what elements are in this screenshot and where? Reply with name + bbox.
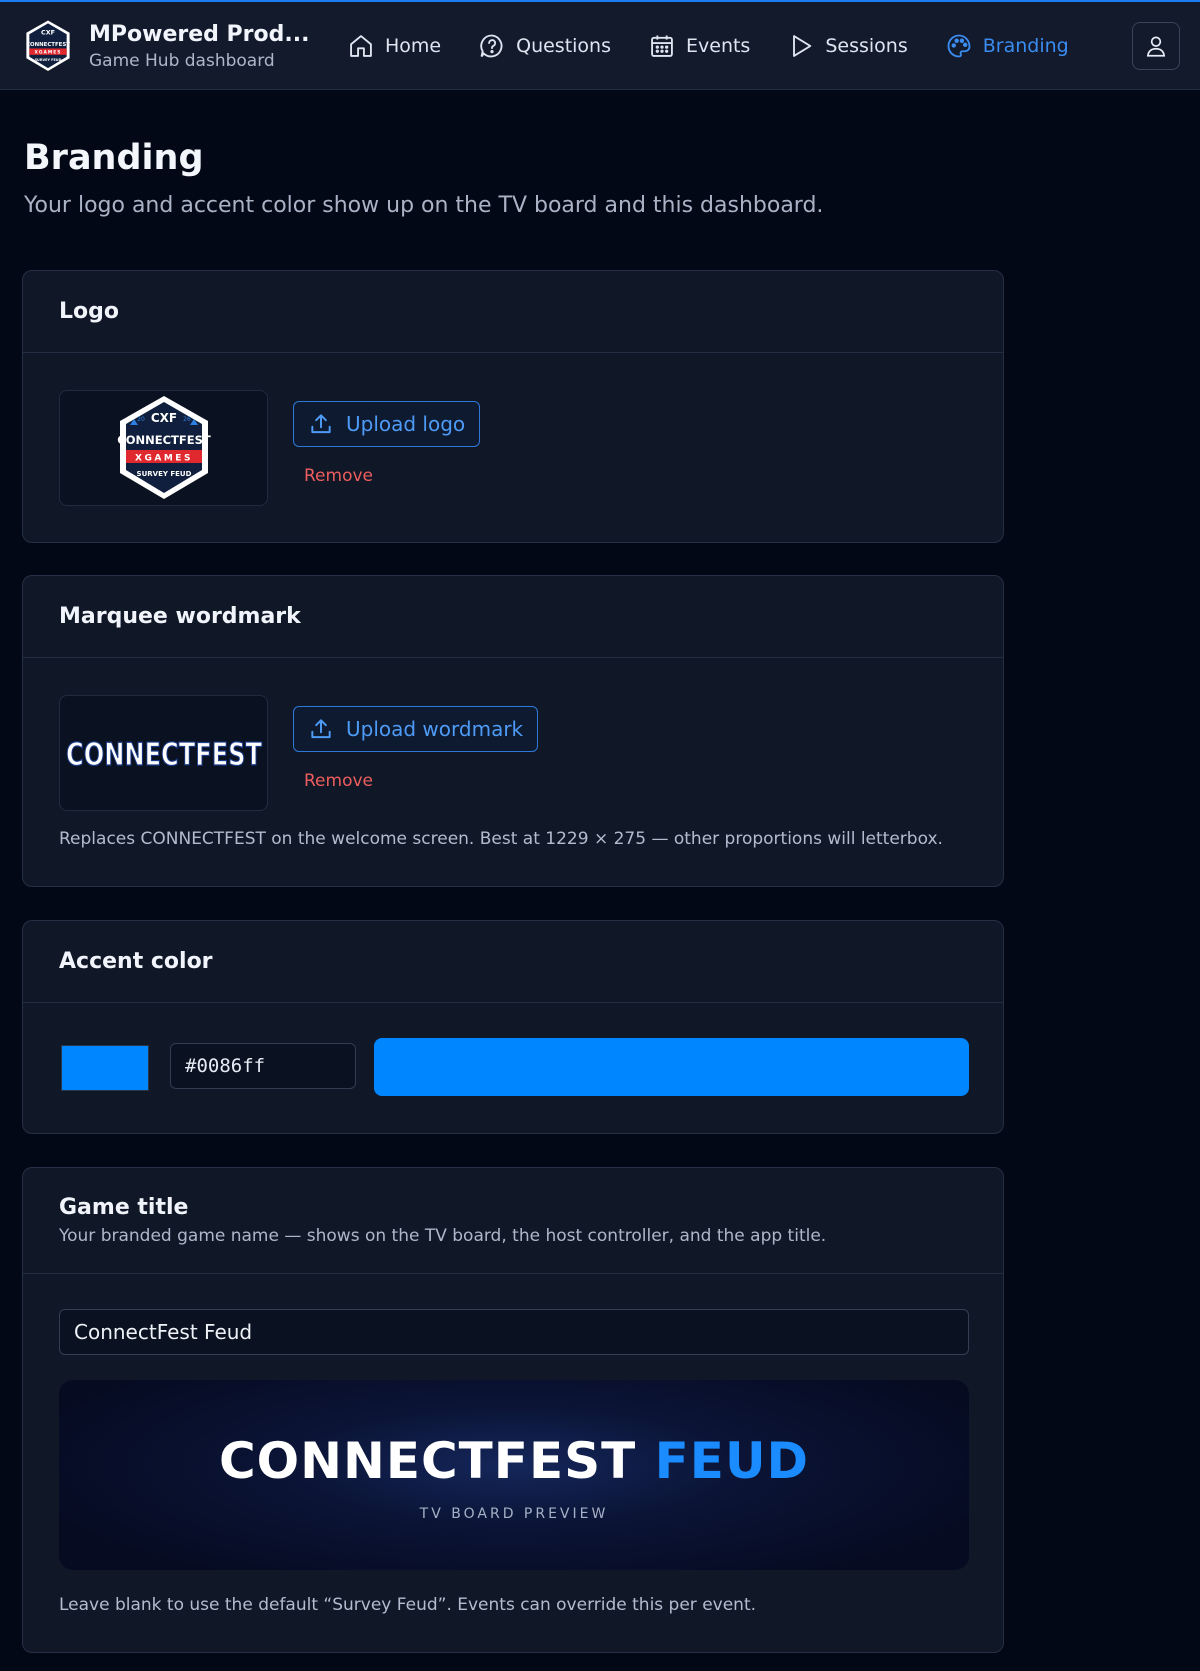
tv-preview-label: TV BOARD PREVIEW xyxy=(419,1506,609,1522)
upload-wordmark-label: Upload wordmark xyxy=(346,717,524,741)
palette-icon xyxy=(947,34,971,58)
nav-home[interactable]: Home xyxy=(347,32,441,60)
home-icon xyxy=(350,35,372,57)
upload-wordmark-button[interactable]: Upload wordmark xyxy=(293,706,539,752)
tv-preview-title: CONNECTFEST FEUD xyxy=(59,1432,969,1490)
logo-preview: 20 26 CXF CONNECTFEST XGAMES SURVEY FEUD xyxy=(59,390,268,506)
svg-text:26: 26 xyxy=(183,416,191,423)
app-name: MPowered Prod... xyxy=(89,21,310,47)
upload-logo-label: Upload logo xyxy=(346,412,466,436)
svg-text:CONNECTFEST: CONNECTFEST xyxy=(66,737,262,773)
nav-sessions[interactable]: Sessions xyxy=(787,32,908,60)
brand-logo: CXF CONNECTFEST XGAMES SURVEY FEUD xyxy=(26,20,70,72)
game-title-card-title: Game title xyxy=(59,1195,189,1220)
tv-board-preview: CONNECTFEST FEUD TV BOARD PREVIEW xyxy=(59,1380,969,1570)
svg-text:CXF: CXF xyxy=(41,29,55,37)
svg-text:20: 20 xyxy=(137,416,145,423)
hex-color-input[interactable] xyxy=(170,1043,356,1089)
svg-text:XGAMES: XGAMES xyxy=(135,454,193,464)
nav-home-label: Home xyxy=(385,35,442,57)
upload-logo-button[interactable]: Upload logo xyxy=(293,401,481,447)
remove-logo-link[interactable]: Remove xyxy=(304,466,373,486)
svg-text:SURVEY FEUD: SURVEY FEUD xyxy=(136,470,191,478)
nav-branding-label: Branding xyxy=(982,35,1069,57)
main-nav: Home Questions Events Sessions Branding xyxy=(347,2,1106,90)
connectfest-logo: 20 26 CXF CONNECTFEST XGAMES SURVEY FEUD xyxy=(117,396,211,499)
remove-wordmark-link[interactable]: Remove xyxy=(304,771,373,791)
upload-icon xyxy=(311,414,331,434)
tv-preview-word1: CONNECTFEST xyxy=(218,1432,637,1490)
accent-color-card: Accent color xyxy=(22,920,1004,1134)
game-title-hint: Leave blank to use the default “Survey F… xyxy=(59,1595,757,1615)
connectfest-wordmark: CONNECTFEST xyxy=(65,736,262,773)
user-icon xyxy=(1146,36,1166,57)
svg-text:XGAMES: XGAMES xyxy=(35,50,62,56)
nav-events[interactable]: Events xyxy=(648,32,750,60)
svg-text:CONNECTFEST: CONNECTFEST xyxy=(26,42,70,48)
game-title-card: Game title Your branded game name — show… xyxy=(22,1167,1004,1653)
top-nav-bar: CXF CONNECTFEST XGAMES SURVEY FEUD MPowe… xyxy=(0,2,1200,90)
play-icon xyxy=(793,35,812,57)
nav-questions[interactable]: Questions xyxy=(478,32,611,60)
tv-preview-word2: FEUD xyxy=(654,1432,810,1490)
wordmark-card: Marquee wordmark CONNECTFEST Upload word… xyxy=(22,575,1004,887)
page-title: Branding xyxy=(24,138,204,178)
wordmark-card-title: Marquee wordmark xyxy=(59,604,301,629)
page-subtitle: Your logo and accent color show up on th… xyxy=(24,193,824,218)
wordmark-hint: Replaces CONNECTFEST on the welcome scre… xyxy=(59,829,943,849)
nav-questions-label: Questions xyxy=(516,35,611,57)
svg-text:CXF: CXF xyxy=(150,411,176,425)
nav-branding[interactable]: Branding xyxy=(945,32,1069,60)
game-title-input[interactable] xyxy=(59,1309,969,1355)
user-menu-button[interactable] xyxy=(1132,22,1180,70)
app-subtitle: Game Hub dashboard xyxy=(89,50,275,71)
color-swatch-picker[interactable] xyxy=(61,1045,149,1091)
upload-icon xyxy=(311,719,331,739)
brand[interactable]: CXF CONNECTFEST XGAMES SURVEY FEUD MPowe… xyxy=(23,19,309,73)
calendar-icon xyxy=(651,35,673,57)
wordmark-preview: CONNECTFEST xyxy=(59,695,268,811)
nav-events-label: Events xyxy=(686,35,751,57)
svg-text:SURVEY FEUD: SURVEY FEUD xyxy=(35,58,62,62)
svg-text:CONNECTFEST: CONNECTFEST xyxy=(117,433,211,447)
logo-card-title: Logo xyxy=(59,299,119,324)
logo-card: Logo 20 26 CXF CONNECTFEST XGAMES SURVEY… xyxy=(22,270,1004,543)
game-title-card-subtitle: Your branded game name — shows on the TV… xyxy=(59,1226,827,1246)
nav-sessions-label: Sessions xyxy=(825,35,908,57)
accent-color-preview-bar xyxy=(374,1038,969,1096)
accent-card-title: Accent color xyxy=(59,949,213,974)
question-icon xyxy=(480,34,503,58)
